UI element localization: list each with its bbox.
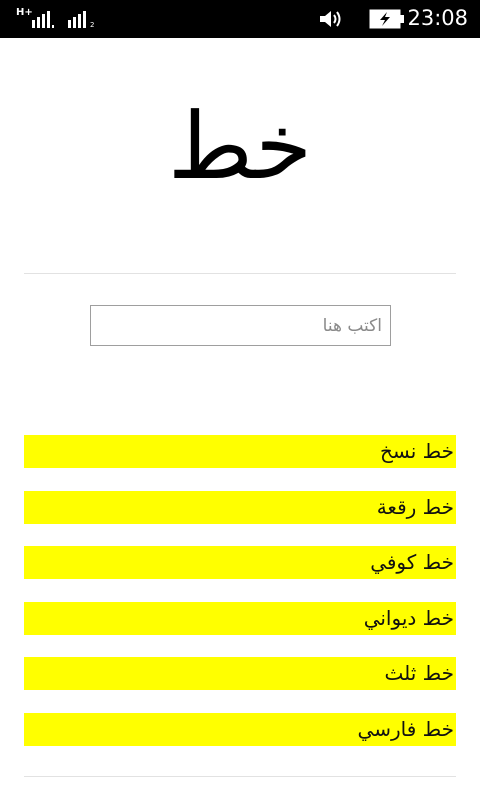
volume-icon [320, 11, 341, 27]
sim2-label: 2 [90, 21, 95, 29]
font-item-thuluth[interactable]: خط ثلث [24, 657, 456, 690]
font-item-naskh[interactable]: خط نسخ [24, 435, 456, 468]
font-item-ruqah[interactable]: خط رقعة [24, 491, 456, 524]
network-type-label: H+ [16, 7, 33, 18]
divider-top [24, 273, 456, 274]
signal-icon: H+ [16, 7, 56, 28]
battery-charging-icon [369, 9, 404, 29]
status-bar: H+ 2 23:08 [0, 0, 480, 38]
font-item-kufi[interactable]: خط كوفي [24, 546, 456, 579]
page-title: خط [167, 93, 313, 200]
divider-bottom [24, 776, 456, 777]
font-item-diwani[interactable]: خط ديواني [24, 602, 456, 635]
signal-icon-sim2: 2 [66, 8, 96, 29]
text-input[interactable] [90, 305, 391, 346]
font-item-farsi[interactable]: خط فارسي [24, 713, 456, 746]
status-time: 23:08 [407, 6, 468, 30]
